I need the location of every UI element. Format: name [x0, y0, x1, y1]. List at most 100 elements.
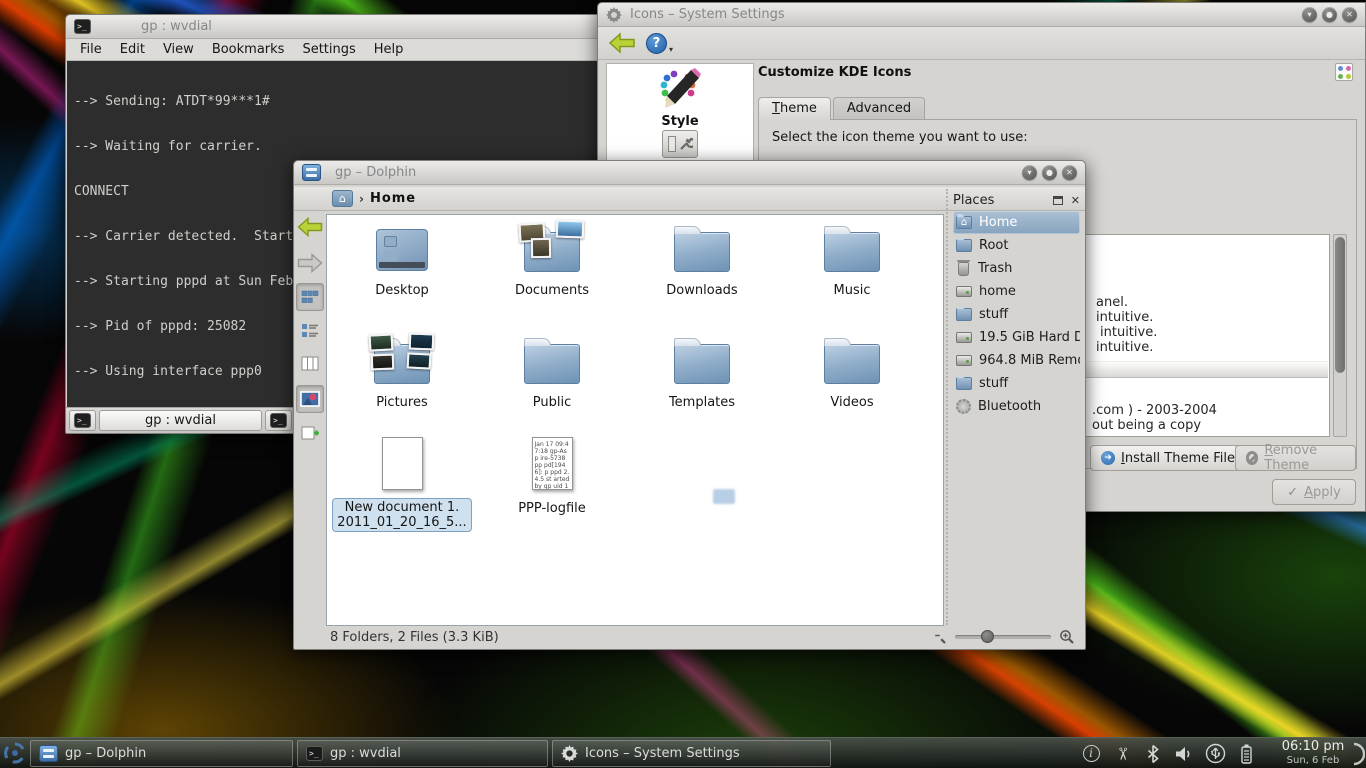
place-stuff-1[interactable]: stuff — [953, 303, 1080, 326]
remove-icon — [1246, 451, 1258, 465]
tab-list-button[interactable]: >_ — [265, 410, 292, 431]
zoom-controls — [931, 629, 1075, 645]
folder-label: Downloads — [627, 283, 777, 298]
remove-theme-button[interactable]: Remove Theme — [1235, 445, 1356, 471]
zoom-slider[interactable] — [955, 635, 1051, 639]
scrollbar[interactable] — [1333, 234, 1347, 437]
app-launcher-button[interactable] — [0, 738, 30, 768]
apply-button[interactable]: ✓ Apply — [1272, 479, 1356, 505]
menu-view[interactable]: View — [154, 42, 203, 57]
folder-item-documents[interactable]: Documents — [477, 225, 627, 298]
folder-item-pictures[interactable]: Pictures — [327, 337, 477, 410]
back-button[interactable] — [608, 32, 636, 54]
minimize-button[interactable]: ▾ — [1302, 7, 1317, 22]
klipper-scissors-icon[interactable]: ✂ — [1111, 743, 1133, 765]
back-button[interactable] — [296, 213, 324, 241]
maximize-button[interactable]: ● — [1042, 165, 1057, 180]
battery-icon[interactable] — [1235, 743, 1257, 765]
folder-icon — [823, 225, 881, 272]
install-theme-button[interactable]: ➜ Install Theme File... — [1090, 445, 1258, 471]
theme-description-text: .com ) - 2003-2004 — [1092, 403, 1217, 418]
new-tab-button[interactable]: >_ — [69, 410, 96, 431]
folder-label: Public — [477, 395, 627, 410]
folder-item-videos[interactable]: Videos — [777, 337, 927, 410]
help-button[interactable]: ? ▾ — [646, 33, 673, 54]
zoom-out-icon[interactable] — [931, 629, 947, 645]
sidebar-item-hardware[interactable] — [607, 130, 753, 158]
place-home-partition[interactable]: home — [953, 280, 1080, 303]
page-title: Customize KDE Icons — [758, 65, 911, 80]
file-label: PPP-logfile — [477, 501, 627, 516]
split-view-button[interactable] — [296, 419, 324, 447]
close-button[interactable]: ✕ — [1062, 165, 1077, 180]
file-item-new-document[interactable]: New document 1. 2011_01_20_16_5... — [327, 437, 477, 532]
preview-button[interactable] — [296, 385, 324, 413]
file-item-ppp-logfile[interactable]: Jan 17 09:4 7:18 gp-Asp ire-5738 pp pd[1… — [477, 437, 627, 516]
home-icon[interactable]: ⌂ — [332, 190, 353, 207]
hard-drive-icon — [956, 332, 972, 343]
folder-view[interactable]: Desktop Documents Downloads Music — [326, 214, 944, 626]
folder-item-public[interactable]: Public — [477, 337, 627, 410]
close-panel-icon[interactable]: ✕ — [1071, 194, 1080, 207]
zoom-slider-handle[interactable] — [981, 630, 994, 643]
settings-titlebar[interactable]: Icons – System Settings ▾ ● ✕ — [598, 3, 1365, 27]
terminal-tab[interactable]: gp : wvdial — [99, 410, 262, 431]
launcher-swirl-icon — [1, 739, 29, 767]
task-system-settings[interactable]: Icons – System Settings — [552, 740, 831, 767]
volume-icon[interactable] — [1173, 743, 1195, 765]
folder-icon — [673, 337, 731, 384]
tab-advanced[interactable]: Advanced — [833, 97, 925, 120]
place-trash[interactable]: Trash — [953, 257, 1080, 280]
details-view-button[interactable] — [296, 316, 324, 344]
terminal-titlebar[interactable]: >_ gp : wvdial — [66, 15, 601, 39]
close-button[interactable]: ✕ — [1342, 7, 1357, 22]
sidebar-item-style-label: Style — [607, 114, 753, 129]
place-home[interactable]: ⌂ Home — [953, 211, 1080, 234]
columns-view-button[interactable] — [296, 349, 324, 377]
device-notifier-usb-icon[interactable] — [1204, 743, 1226, 765]
maximize-button[interactable]: ● — [1322, 7, 1337, 22]
menu-bookmarks[interactable]: Bookmarks — [203, 42, 294, 57]
tab-theme[interactable]: Theme — [758, 97, 831, 120]
menu-help[interactable]: Help — [365, 42, 413, 57]
theme-description-text: out being a copy — [1092, 418, 1201, 433]
notifications-icon[interactable]: i — [1080, 743, 1102, 765]
icons-view-button[interactable] — [296, 283, 324, 311]
gear-icon — [561, 745, 578, 762]
settings-window-title: Icons – System Settings — [630, 7, 785, 22]
menu-edit[interactable]: Edit — [111, 42, 154, 57]
sidebar-item-style[interactable]: Style — [607, 68, 753, 129]
bluetooth-gear-icon — [956, 399, 971, 414]
breadcrumb-home[interactable]: Home — [370, 191, 416, 206]
place-removable-drive[interactable]: 964.8 MiB Remov... — [953, 349, 1080, 372]
place-hard-drive[interactable]: 19.5 GiB Hard Drive — [953, 326, 1080, 349]
removable-drive-icon — [956, 355, 972, 366]
detach-panel-icon[interactable] — [1053, 196, 1063, 205]
bluetooth-icon[interactable] — [1142, 743, 1164, 765]
clock[interactable]: 06:10 pm Sun, 6 Feb — [1276, 738, 1350, 768]
folder-item-music[interactable]: Music — [777, 225, 927, 298]
task-terminal[interactable]: >_ gp : wvdial — [297, 740, 548, 767]
forward-button[interactable] — [296, 249, 324, 277]
panel-toolbox-cashew[interactable] — [1350, 738, 1366, 768]
menu-file[interactable]: File — [71, 42, 111, 57]
place-bluetooth[interactable]: Bluetooth — [953, 395, 1080, 418]
zoom-in-icon[interactable] — [1059, 629, 1075, 645]
place-stuff-2[interactable]: stuff — [953, 372, 1080, 395]
menu-settings[interactable]: Settings — [293, 42, 364, 57]
folder-item-templates[interactable]: Templates — [627, 337, 777, 410]
scrollbar-thumb[interactable] — [1335, 237, 1345, 373]
theme-list-text: intuitive. — [1096, 310, 1153, 325]
taskbar: gp – Dolphin >_ gp : wvdial Icons – Syst… — [0, 737, 1366, 768]
places-header: Places ✕ — [953, 189, 1080, 211]
folder-item-downloads[interactable]: Downloads — [627, 225, 777, 298]
chevron-down-icon: ▾ — [669, 45, 673, 54]
apply-check-icon: ✓ — [1287, 485, 1298, 500]
dolphin-titlebar[interactable]: gp – Dolphin ▾ ● ✕ — [294, 161, 1085, 185]
theme-list-text: intuitive. — [1100, 325, 1157, 340]
place-root[interactable]: Root — [953, 234, 1080, 257]
terminal-window-title: gp : wvdial — [141, 19, 212, 34]
task-dolphin[interactable]: gp – Dolphin — [30, 740, 293, 767]
minimize-button[interactable]: ▾ — [1022, 165, 1037, 180]
folder-item-desktop[interactable]: Desktop — [327, 225, 477, 298]
